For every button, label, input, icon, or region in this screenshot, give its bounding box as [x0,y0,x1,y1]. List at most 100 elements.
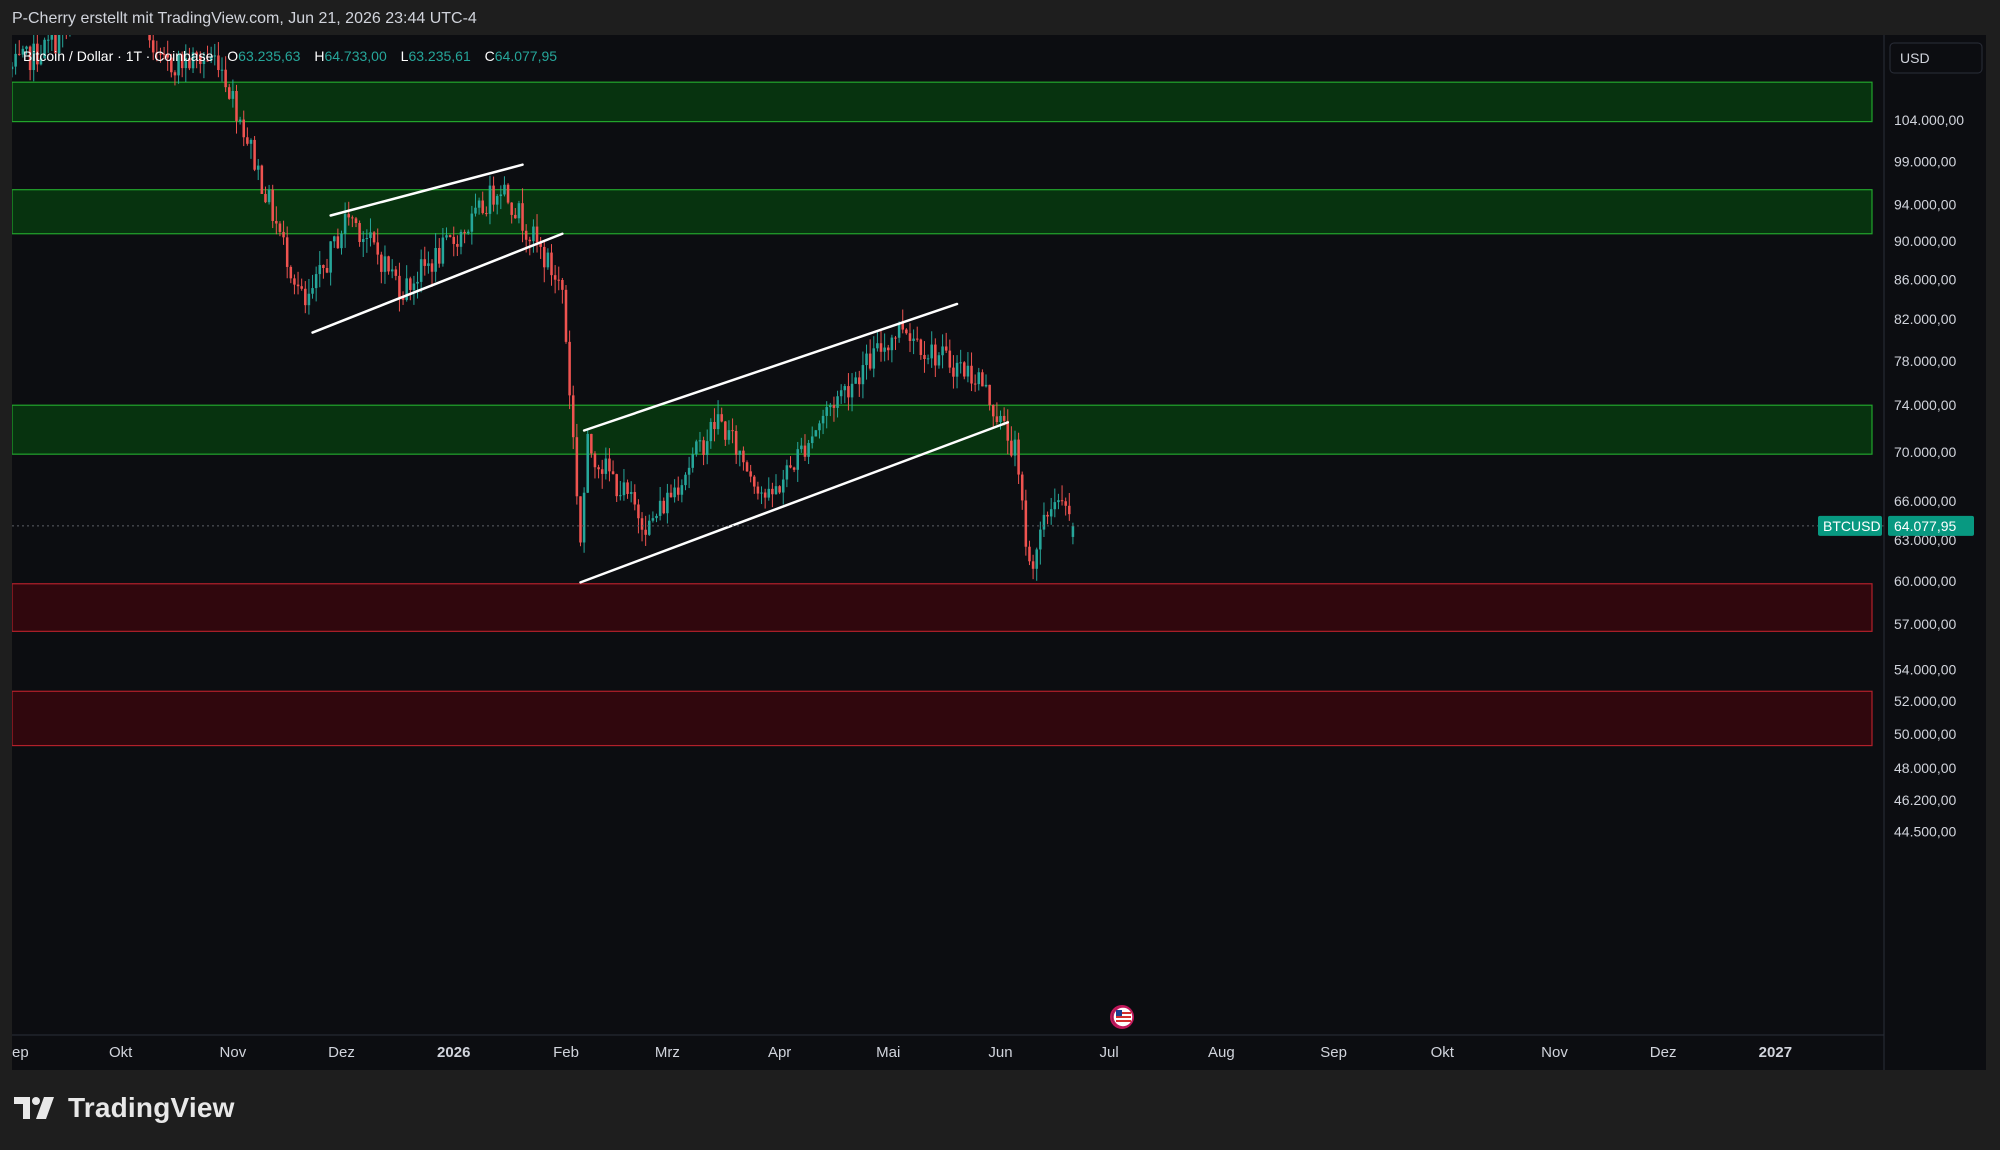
candle [854,371,857,384]
candle [941,334,944,369]
candle [908,323,912,353]
candle [756,481,760,500]
economic-event-marker[interactable] [1110,1005,1134,1029]
candle [372,231,376,245]
candle [977,367,981,391]
candle [622,469,626,501]
candle [220,57,224,82]
candle [593,451,597,479]
candle [1057,493,1060,510]
candle [807,439,810,465]
price-scale[interactable] [1884,35,1986,1070]
support-zone-1[interactable] [11,81,1873,123]
candle [966,352,970,383]
y-tick-label: 94.000,00 [1894,197,1956,213]
y-tick-label: 50.000,00 [1894,726,1956,742]
currency-label: USD [1900,50,1930,66]
tradingview-logo[interactable]: TradingView [14,1092,235,1124]
candle [1049,497,1053,525]
candle [358,220,361,247]
candle [256,159,260,181]
candle [774,474,778,495]
candle [1031,554,1035,580]
candle [398,262,401,312]
candle [981,369,984,387]
x-axis-ticks[interactable]: ep Okt Nov Dez 2026 Feb Mrz Apr Mai Jun Jul Aug Sep O… [12,1044,1792,1061]
candle [676,476,680,501]
candle [579,496,582,547]
candle [629,481,633,503]
candle [767,477,771,501]
price-chart[interactable]: USD 104.000,00 99.000,00 94.000,00 90.000,0… [10,0,1986,1070]
candle [695,439,698,457]
candle [1028,540,1031,566]
candle [17,40,21,56]
candle [858,370,861,397]
candle [886,344,890,361]
candle [651,511,655,523]
candle [456,235,459,256]
candle [619,480,622,501]
candle [246,127,249,146]
legend-low-value: 63.235,61 [408,48,470,64]
zones-layer [11,81,1873,747]
candle [883,333,886,362]
candle [626,479,629,499]
candle [1042,502,1046,538]
candle [749,464,752,483]
candle [785,459,789,488]
candle [325,258,329,274]
x-tick-label: ep [12,1044,29,1061]
candle [738,450,742,467]
candle [879,330,883,362]
candle [963,361,966,380]
support-zone-2[interactable] [11,189,1873,235]
resistance-zone-4[interactable] [11,583,1873,632]
candle [253,136,256,172]
candle [1064,497,1067,516]
candle [314,266,318,302]
candle [506,183,510,205]
candle [148,3,151,48]
x-tick-label: Sep [1320,1044,1347,1061]
candle [383,245,387,284]
x-tick-label: Jun [988,1044,1012,1061]
candle [944,332,948,354]
x-tick-label: Mrz [655,1044,680,1061]
candle [673,479,676,503]
y-tick-label: 66.000,00 [1894,493,1956,509]
candle [760,486,763,505]
candle [459,229,463,255]
candle [394,265,398,281]
candle [915,326,919,342]
last-price-tags: BTCUSD 64.077,95 [1818,515,1974,536]
legend-open-value: 63.235,63 [238,48,300,64]
candle [296,271,300,295]
candle [300,278,303,291]
candle [955,355,959,389]
candle [814,429,818,437]
y-tick-label: 44.500,00 [1894,823,1956,839]
legend-close-label: C [485,48,495,64]
candle [564,285,568,344]
trendline-2[interactable] [311,232,564,334]
candle [543,241,546,283]
candle [1039,521,1042,565]
chart-area[interactable]: USD 104.000,00 99.000,00 94.000,00 90.000,0… [10,0,1986,1070]
candle [293,274,296,295]
svg-text:Bitcoin / Dollar · 1T · Coinba: Bitcoin / Dollar · 1T · Coinbase O63.235… [23,48,557,64]
y-tick-label: 86.000,00 [1894,271,1956,287]
candle [1046,511,1049,525]
x-tick-label: Mai [876,1044,900,1061]
candle [905,328,908,335]
candle [763,488,767,509]
x-tick-label: Jul [1100,1044,1119,1061]
candle [839,384,843,404]
y-tick-label: 48.000,00 [1894,760,1956,776]
y-tick-label: 104.000,00 [1894,112,1964,128]
candle [865,344,868,380]
candle [687,456,691,489]
resistance-zone-5[interactable] [11,690,1873,747]
y-tick-label: 54.000,00 [1894,661,1956,677]
x-tick-label: Nov [220,1044,247,1061]
